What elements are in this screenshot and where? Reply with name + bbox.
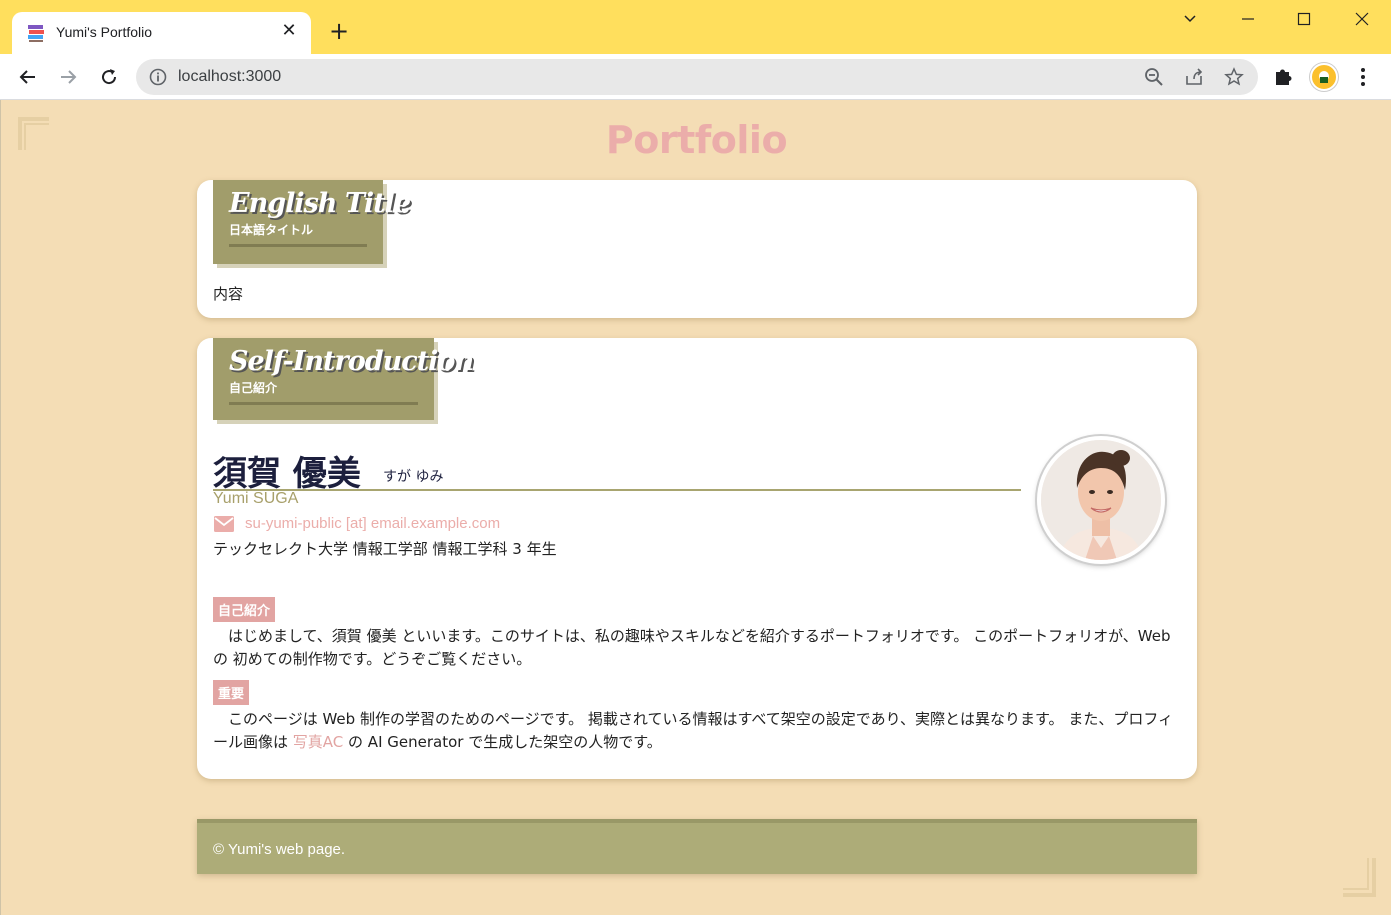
page-title: Portfolio bbox=[605, 118, 788, 162]
tab-title: Yumi's Portfolio bbox=[56, 24, 153, 40]
section-card-english-title: English Title 日本語タイトル 内容 bbox=[197, 180, 1197, 318]
section-underline bbox=[229, 244, 367, 247]
new-tab-button[interactable]: + bbox=[326, 18, 352, 44]
section-card-self-introduction: Self-Introduction 自己紹介 須賀 優美 すが ゆみ Yumi … bbox=[197, 338, 1197, 779]
profile-name-kana: すが ゆみ bbox=[383, 469, 444, 485]
section-heading: Self-Introduction 自己紹介 bbox=[213, 338, 474, 420]
section-heading: English Title 日本語タイトル bbox=[213, 180, 411, 264]
profile-body bbox=[1320, 77, 1328, 83]
section-title-en: Self-Introduction bbox=[229, 346, 474, 377]
profile-name-en: Yumi SUGA bbox=[213, 490, 299, 507]
section-title-jp: 日本語タイトル bbox=[229, 223, 314, 237]
page-viewport: Portfolio English Title 日本語タイトル 内容 Self-… bbox=[0, 100, 1391, 915]
corner-bracket-icon bbox=[1343, 858, 1376, 897]
footer-copyright: © Yumi's web page. bbox=[213, 841, 346, 858]
zoom-out-icon[interactable] bbox=[1144, 67, 1164, 87]
forward-button[interactable] bbox=[54, 63, 82, 91]
kebab-menu-icon[interactable] bbox=[1352, 66, 1374, 88]
reload-icon bbox=[102, 69, 117, 85]
arrow-right-icon bbox=[61, 70, 77, 84]
browser-titlebar: Yumi's Portfolio ✕ + bbox=[0, 0, 1391, 54]
share-icon[interactable] bbox=[1184, 67, 1204, 87]
browser-tab[interactable]: Yumi's Portfolio ✕ bbox=[12, 12, 311, 54]
maximize-button[interactable] bbox=[1289, 8, 1319, 32]
portrait-image bbox=[1041, 440, 1161, 560]
back-button[interactable] bbox=[14, 63, 42, 91]
profile-name-kanji: 須賀 優美 bbox=[213, 454, 361, 494]
tab-search-icon[interactable] bbox=[1175, 8, 1205, 32]
section-title-jp: 自己紹介 bbox=[229, 381, 278, 395]
url-text: localhost:3000 bbox=[178, 68, 282, 85]
intro-paragraph: はじめまして、須賀 優美 といいます。このサイトは、私の趣味やスキルなどを紹介す… bbox=[213, 627, 1171, 668]
star-icon[interactable] bbox=[1224, 67, 1244, 87]
close-tab-icon[interactable]: ✕ bbox=[279, 21, 299, 41]
profile-school: テックセレクト大学 情報工学部 情報工学科 3 年生 bbox=[213, 540, 557, 558]
profile-photo bbox=[1037, 436, 1165, 564]
reload-button[interactable] bbox=[95, 63, 123, 91]
page-footer: © Yumi's web page. bbox=[197, 819, 1197, 874]
arrow-left-icon bbox=[19, 70, 35, 84]
important-text-after: の AI Generator で生成した架空の人物です。 bbox=[343, 733, 662, 751]
important-label-badge: 重要 bbox=[213, 680, 250, 705]
email-address: su-yumi-public [at] email.example.com bbox=[245, 515, 501, 532]
photo-ac-link[interactable]: 写真AC bbox=[293, 733, 343, 751]
intro-label-badge: 自己紹介 bbox=[213, 597, 276, 622]
info-icon[interactable] bbox=[148, 67, 168, 87]
profile-avatar-button[interactable] bbox=[1310, 63, 1338, 91]
minimize-button[interactable] bbox=[1233, 8, 1263, 32]
close-window-button[interactable] bbox=[1347, 8, 1377, 32]
section-title-en: English Title bbox=[229, 188, 411, 219]
mail-icon bbox=[214, 516, 234, 532]
address-bar[interactable]: localhost:3000 bbox=[136, 59, 1258, 95]
section-content: 内容 bbox=[213, 285, 244, 303]
browser-toolbar: localhost:3000 bbox=[0, 54, 1391, 100]
puzzle-icon[interactable] bbox=[1272, 66, 1294, 88]
books-icon bbox=[28, 25, 44, 42]
important-paragraph: このページは Web 制作の学習のためのページです。 掲載されている情報はすべて… bbox=[213, 708, 1181, 754]
section-underline bbox=[229, 402, 418, 405]
profile-name-block: 須賀 優美 すが ゆみ bbox=[213, 442, 1021, 494]
